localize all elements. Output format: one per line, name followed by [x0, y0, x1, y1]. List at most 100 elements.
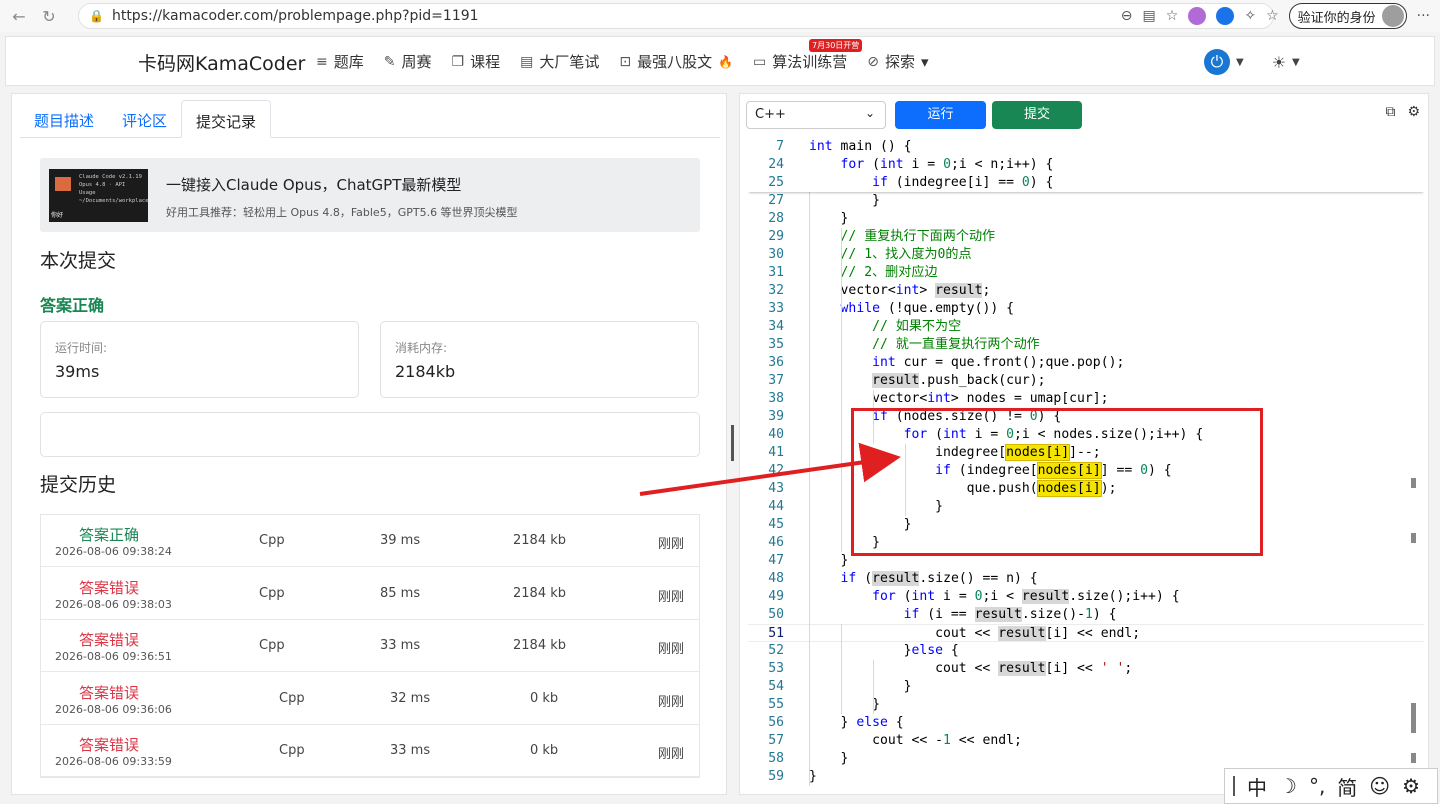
menu-item[interactable]: ▭ 算法训练营 7月30日开营	[753, 39, 863, 72]
chevron-down-icon: ⌄	[864, 106, 875, 120]
row-lang: Cpp	[279, 743, 305, 758]
line-number: 44	[768, 499, 784, 514]
row-lang: Cpp	[259, 533, 285, 548]
row-status: 答案错误	[79, 736, 140, 754]
line-number: 47	[768, 553, 784, 568]
code-line: 51 cout << result[i] << endl;	[748, 624, 1424, 642]
code-text: }	[809, 553, 849, 568]
indent-guide	[841, 624, 842, 714]
line-number: 56	[768, 715, 784, 730]
code-line: 49 for (int i = 0;i < result.size();i++)…	[748, 588, 1424, 606]
code-text: vector<int> result;	[809, 283, 991, 298]
code-text: }else {	[809, 643, 959, 658]
code-view-icon[interactable]: ⧉	[1385, 104, 1395, 120]
ime-button[interactable]: ☺	[1369, 774, 1390, 798]
row-memory: 2184 kb	[513, 638, 566, 653]
row-date: 2026-08-06 09:38:03	[55, 597, 172, 611]
menu-item[interactable]: ▤ 大厂笔试	[520, 51, 599, 72]
line-number: 30	[768, 247, 784, 262]
line-number: 24	[768, 157, 784, 172]
favorite-icon[interactable]: ☆	[1166, 8, 1179, 24]
scrollbar-mark[interactable]	[1411, 753, 1416, 763]
more-icon[interactable]: ···	[1417, 8, 1430, 24]
ime-grip[interactable]	[1233, 776, 1235, 796]
line-number: 27	[768, 193, 784, 208]
line-number: 45	[768, 517, 784, 532]
address-bar[interactable]: 🔒 https://kamacoder.com/problempage.php?…	[78, 3, 1274, 29]
line-number: 57	[768, 733, 784, 748]
code-line: 27 }	[748, 192, 1424, 210]
code-text: // 1、找入度为0的点	[840, 247, 972, 262]
row-time: 33 ms	[380, 638, 421, 653]
table-row[interactable]: 答案错误 2026-08-06 09:38:03 Cpp 85 ms 2184 kb 刚刚	[41, 568, 699, 620]
row-memory: 2184 kb	[513, 585, 566, 601]
back-icon[interactable]: ←	[8, 7, 30, 26]
brand-logo[interactable]: 卡码网KamaCoder	[138, 49, 305, 76]
table-row[interactable]: 答案正确 2026-08-06 09:38:24 Cpp 39 ms 2184 kb 刚刚	[41, 515, 699, 567]
row-date: 2026-08-06 09:36:06	[55, 702, 172, 716]
table-row[interactable]: 答案错误 2026-08-06 09:33:59 Cpp 33 ms 0 kb 刚刚	[41, 725, 699, 777]
memory-value: 2184kb	[395, 362, 456, 381]
history-heading: 提交历史	[40, 474, 117, 496]
settings-icon[interactable]: ⚙	[1407, 104, 1420, 120]
row-lang: Cpp	[259, 638, 285, 653]
menu-item[interactable]: ⊘ 探索 ▾	[867, 51, 928, 72]
ad-subtitle: 好用工具推荐：轻松用上 Opus 4.8，Fable5，GPT5.6 等世界顶尖…	[166, 206, 518, 219]
tab-0[interactable]: 题目描述	[20, 100, 108, 137]
menu-badge: 7月30日开营	[809, 39, 863, 52]
menu-item[interactable]: ≡ 题库	[316, 51, 364, 72]
row-when: 刚刚	[658, 747, 685, 762]
row-status: 答案正确	[79, 526, 140, 544]
code-text: }	[809, 193, 880, 208]
scrollbar-mark[interactable]	[1411, 703, 1416, 733]
code-line: 48 if (result.size() == n) {	[748, 570, 1424, 588]
theme-toggle[interactable]: ☀ ▼	[1272, 53, 1300, 72]
power-icon: ⏻	[1204, 49, 1230, 75]
line-number: 32	[768, 283, 784, 298]
ime-button[interactable]: 中	[1247, 772, 1267, 801]
tab-2[interactable]: 提交记录	[181, 100, 272, 138]
favorites-bar-icon[interactable]: ☆	[1266, 8, 1279, 24]
reload-icon[interactable]: ↻	[38, 7, 60, 26]
extension-blue-icon[interactable]	[1216, 7, 1235, 25]
scrollbar-mark[interactable]	[1411, 478, 1416, 488]
table-row[interactable]: 答案错误 2026-08-06 09:36:51 Cpp 33 ms 2184 kb 刚刚	[41, 620, 699, 672]
extensions-icon[interactable]: ✧	[1244, 8, 1256, 24]
submit-button[interactable]: 提交	[992, 101, 1082, 129]
ime-button[interactable]: ⚙	[1402, 774, 1420, 798]
language-select[interactable]: C++ ⌄	[746, 101, 886, 129]
ime-button[interactable]: ☽	[1279, 774, 1297, 798]
extension-brain-icon[interactable]	[1188, 7, 1207, 25]
line-number: 25	[768, 175, 784, 190]
table-row[interactable]: 答案错误 2026-08-06 09:36:06 Cpp 32 ms 0 kb 刚刚	[41, 673, 699, 725]
code-text: vector<int> nodes = umap[cur];	[809, 391, 1109, 406]
ad-img-text: ~/Documents/workplace	[79, 198, 149, 204]
code-line: 25 if (indegree[i] == 0) {	[748, 174, 1424, 192]
pencil-icon: ✎	[383, 53, 396, 70]
zoom-icon[interactable]: ⊖	[1121, 8, 1133, 24]
panel-splitter[interactable]	[731, 425, 734, 461]
scrollbar-mark[interactable]	[1411, 533, 1416, 543]
ime-button[interactable]: 简	[1337, 772, 1357, 801]
menu-item[interactable]: ❐ 课程	[452, 51, 501, 72]
code-text: if (result.size() == n) {	[840, 571, 1038, 586]
ad-banner[interactable]: Claude Code v2.1.19 Opus 4.8 · API Usage…	[40, 158, 700, 232]
menu-item[interactable]: ✎ 周赛	[384, 51, 432, 72]
ime-button[interactable]: °,	[1309, 774, 1325, 798]
tab-1[interactable]: 评论区	[108, 100, 181, 137]
browser-toolbar: ← ↻ 🔒 https://kamacoder.com/problempage.…	[0, 0, 1440, 32]
profile-button[interactable]: 验证你的身份	[1288, 3, 1407, 29]
line-number: 34	[768, 319, 784, 334]
code-line: 28 }	[748, 210, 1424, 228]
chevron-down-icon: ▾	[921, 52, 929, 71]
row-when: 刚刚	[658, 589, 685, 605]
code-line: 38 vector<int> nodes = umap[cur];	[748, 390, 1424, 408]
user-menu[interactable]: ⏻ ▼	[1204, 49, 1244, 75]
indent-guide	[809, 750, 810, 768]
menu-item[interactable]: ⊡ 最强八股文 🔥	[619, 51, 733, 72]
line-number: 51	[768, 626, 784, 641]
runtime-label: 运行时间:	[55, 341, 108, 355]
reader-icon[interactable]: ▤	[1143, 8, 1156, 24]
output-box	[40, 412, 700, 457]
run-button[interactable]: 运行	[895, 101, 986, 129]
